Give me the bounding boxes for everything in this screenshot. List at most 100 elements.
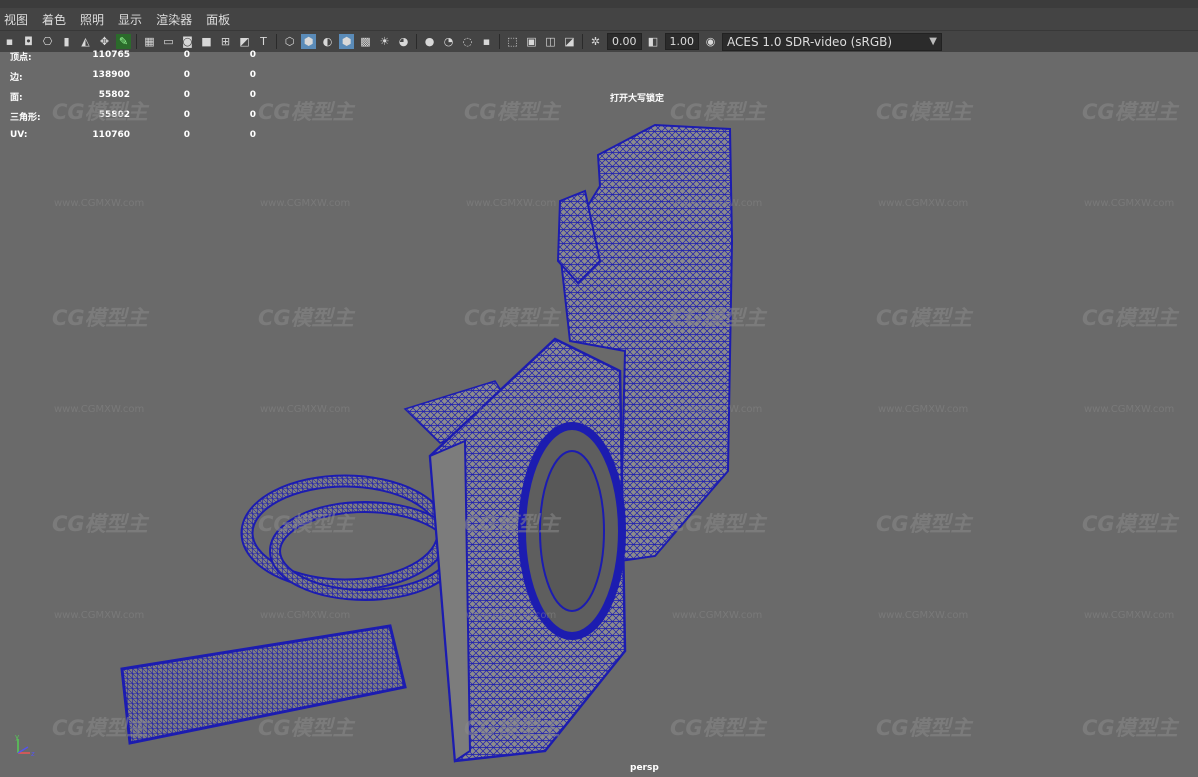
watermark-url: www.CGMXW.com (260, 198, 351, 209)
depth-of-field-icon[interactable]: ▪ (479, 34, 494, 49)
exposure-icon[interactable]: ✲ (588, 34, 603, 49)
default-material-icon[interactable]: ◐ (320, 34, 335, 49)
watermark-url: www.CGMXW.com (672, 404, 763, 415)
stat-value: 0 (249, 50, 256, 60)
stat-value: 0 (183, 70, 190, 80)
watermark-logo: CG模型主 (52, 100, 148, 124)
menu-shading[interactable]: 着色 (42, 11, 66, 28)
watermark-url: www.CGMXW.com (878, 404, 969, 415)
watermark-logo: CG模型主 (258, 306, 354, 330)
color-management-icon[interactable]: ◉ (703, 34, 718, 49)
toolbar-separator (499, 34, 500, 49)
watermark-logo: CG模型主 (670, 512, 766, 536)
stat-label: UV: (10, 130, 28, 140)
view-transform-value: ACES 1.0 SDR-video (sRGB) (727, 34, 893, 49)
safe-action-icon[interactable]: ◩ (237, 34, 252, 49)
anti-aliasing-icon[interactable]: ◌ (460, 34, 475, 49)
watermark-logo: CG模型主 (464, 100, 560, 124)
stat-value: 0 (183, 130, 190, 140)
watermark-url: www.CGMXW.com (260, 404, 351, 415)
watermark-url: www.CGMXW.com (1084, 404, 1175, 415)
isolate-select-icon[interactable]: ⬚ (505, 34, 520, 49)
resolution-gate-icon[interactable]: ◙ (180, 34, 195, 49)
lights-icon[interactable]: ☀ (377, 34, 392, 49)
textured-icon[interactable]: ▩ (358, 34, 373, 49)
watermark-logo: CG模型主 (670, 716, 766, 740)
toolbar-separator (136, 34, 137, 49)
menu-show[interactable]: 显示 (118, 11, 142, 28)
exposure-field[interactable]: 0.00 (607, 33, 642, 50)
menu-panels[interactable]: 面板 (206, 11, 230, 28)
grid-icon[interactable]: ▦ (142, 34, 157, 49)
stat-value: 0 (249, 130, 256, 140)
gamma-icon[interactable]: ◧ (646, 34, 661, 49)
watermark-url: www.CGMXW.com (54, 198, 145, 209)
watermark-url: www.CGMXW.com (466, 404, 557, 415)
stat-label: 面: (10, 93, 23, 103)
smooth-shade-icon[interactable]: ⬢ (301, 34, 316, 49)
xray-joints-icon[interactable]: ◫ (543, 34, 558, 49)
watermark-logo: CG模型主 (876, 716, 972, 740)
watermark-url: www.CGMXW.com (260, 610, 351, 621)
stat-row: UV: 110760 0 0 (10, 130, 270, 150)
stat-value: 0 (183, 110, 190, 120)
camera-icon[interactable]: ◘ (21, 34, 36, 49)
watermark-url: www.CGMXW.com (54, 404, 145, 415)
stat-value: 0 (249, 90, 256, 100)
screen-space-ao-icon[interactable]: ● (422, 34, 437, 49)
shadows-icon[interactable]: ◕ (396, 34, 411, 49)
stat-row: 顶点: 110765 0 0 (10, 50, 270, 70)
watermark-logo: CG模型主 (258, 100, 354, 124)
watermark-logo: CG模型主 (258, 512, 354, 536)
stat-value: 0 (249, 110, 256, 120)
watermark-url: www.CGMXW.com (878, 198, 969, 209)
bookmark-icon[interactable]: ▮ (59, 34, 74, 49)
gate-mask-icon[interactable]: ■ (199, 34, 214, 49)
gamma-field[interactable]: 1.00 (664, 33, 699, 50)
watermark-url: www.CGMXW.com (466, 198, 557, 209)
2d-pan-zoom-icon[interactable]: ✥ (97, 34, 112, 49)
viewport[interactable] (0, 51, 1198, 777)
stat-value: 110760 (92, 130, 130, 140)
wireframe-on-shaded-icon[interactable]: ⬢ (339, 34, 354, 49)
view-axis-indicator: y z (10, 733, 40, 763)
watermark-logo: CG模型主 (464, 306, 560, 330)
watermark-logo: CG模型主 (52, 512, 148, 536)
axis-y-label: y (15, 735, 19, 741)
camera-name-label: persp (630, 763, 659, 773)
toolbar-separator (416, 34, 417, 49)
wireframe-icon[interactable]: ⬡ (282, 34, 297, 49)
stat-row: 边: 138900 0 0 (10, 70, 270, 90)
watermark-url: www.CGMXW.com (672, 198, 763, 209)
stat-label: 边: (10, 73, 23, 83)
motion-blur-icon[interactable]: ◔ (441, 34, 456, 49)
watermark-logo: CG模型主 (464, 716, 560, 740)
watermark-logo: CG模型主 (670, 306, 766, 330)
menu-renderer[interactable]: 渲染器 (156, 11, 192, 28)
stat-value: 0 (249, 70, 256, 80)
watermark-logo: CG模型主 (52, 306, 148, 330)
menu-lighting[interactable]: 照明 (80, 11, 104, 28)
watermark-url: www.CGMXW.com (672, 610, 763, 621)
watermark-logo: CG模型主 (670, 100, 766, 124)
xray-icon[interactable]: ▣ (524, 34, 539, 49)
watermark-logo: CG模型主 (876, 306, 972, 330)
field-chart-icon[interactable]: ⊞ (218, 34, 233, 49)
film-gate-icon[interactable]: ▭ (161, 34, 176, 49)
view-transform-dropdown[interactable]: ACES 1.0 SDR-video (sRGB) ▼ (722, 32, 942, 51)
stat-value: 138900 (92, 70, 130, 80)
axis-z-label: z (31, 750, 35, 758)
safe-title-icon[interactable]: T (256, 34, 271, 49)
camera-attributes-icon[interactable]: ⎔ (40, 34, 55, 49)
menu-view[interactable]: 视图 (4, 11, 28, 28)
select-camera-icon[interactable]: ▪ (2, 34, 17, 49)
stat-value: 0 (183, 90, 190, 100)
grease-pencil-icon[interactable]: ✎ (116, 34, 131, 49)
toolbar-separator (582, 34, 583, 49)
watermark-url: www.CGMXW.com (1084, 610, 1175, 621)
image-plane-icon[interactable]: ◭ (78, 34, 93, 49)
xray-components-icon[interactable]: ◪ (562, 34, 577, 49)
watermark-logo: CG模型主 (1082, 100, 1178, 124)
watermark-logo: CG模型主 (876, 100, 972, 124)
panel-menu-bar: 视图 着色 照明 显示 渲染器 面板 (0, 8, 1198, 30)
